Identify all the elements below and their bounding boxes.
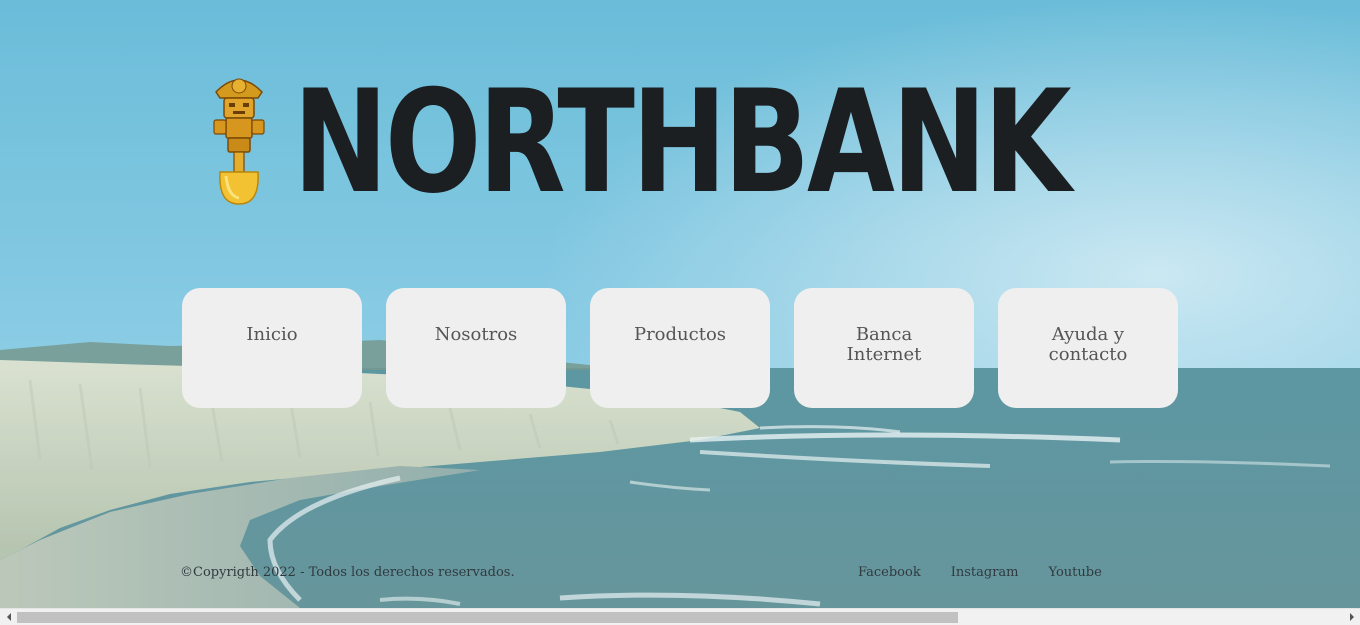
nav-item-productos[interactable]: Productos [590, 288, 770, 408]
scroll-right-button[interactable] [1343, 609, 1360, 625]
chevron-left-icon [6, 613, 11, 621]
nav-item-inicio[interactable]: Inicio [182, 288, 362, 408]
nav-item-label: Productos [633, 324, 727, 345]
main-nav: Inicio Nosotros Productos Banca Internet… [182, 288, 1178, 408]
nav-item-label: Banca Internet [846, 324, 922, 365]
tumi-icon [213, 78, 265, 205]
horizontal-scrollbar[interactable] [0, 608, 1360, 625]
nav-item-label: Nosotros [434, 324, 518, 345]
nav-item-banca-internet[interactable]: Banca Internet [794, 288, 974, 408]
facebook-link[interactable]: Facebook [858, 565, 921, 580]
social-links: Facebook Instagram Youtube [858, 565, 1102, 580]
nav-item-nosotros[interactable]: Nosotros [386, 288, 566, 408]
nav-item-label: Inicio [246, 324, 298, 345]
youtube-link[interactable]: Youtube [1049, 565, 1102, 580]
nav-item-label: Ayuda y contacto [1048, 324, 1128, 365]
scrollbar-thumb[interactable] [17, 612, 958, 623]
nav-item-ayuda-contacto[interactable]: Ayuda y contacto [998, 288, 1178, 408]
scroll-left-button[interactable] [0, 609, 17, 625]
copyright-text: ©Copyrigth 2022 - Todos los derechos res… [180, 565, 515, 580]
chevron-right-icon [1349, 613, 1354, 621]
brand-name: NORTHBANK [293, 60, 1072, 225]
instagram-link[interactable]: Instagram [951, 565, 1019, 580]
